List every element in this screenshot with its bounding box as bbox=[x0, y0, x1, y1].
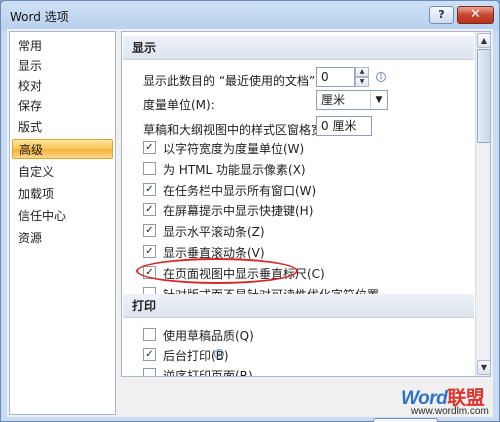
sidebar-item-trust-center[interactable]: 信任中心 bbox=[12, 206, 113, 226]
checkbox-label: 以字符宽度为度量单位(W) bbox=[163, 142, 305, 156]
help-button[interactable]: ? bbox=[429, 6, 454, 24]
spin-up-icon[interactable]: ▲ bbox=[355, 67, 369, 77]
help-icon: ? bbox=[438, 8, 445, 21]
info-icon: i bbox=[376, 72, 386, 82]
title-bar[interactable]: Word 选项 ? ✕ bbox=[1, 1, 499, 29]
highlight-annotation bbox=[136, 258, 298, 284]
sidebar-item-save[interactable]: 保存 bbox=[12, 96, 113, 116]
checkbox-label: 使用草稿品质(Q) bbox=[163, 329, 254, 343]
chevron-down-icon[interactable]: ▼ bbox=[370, 91, 387, 109]
checkbox-label: 逆序打印页面(R) bbox=[163, 369, 253, 377]
spin-down-icon[interactable]: ▼ bbox=[355, 77, 369, 87]
sidebar-item-common[interactable]: 常用 bbox=[12, 36, 113, 56]
checkbox-label: 在任务栏中显示所有窗口(W) bbox=[163, 184, 317, 198]
checkbox[interactable]: ✓ bbox=[143, 245, 156, 258]
sidebar-item-advanced[interactable]: 高级 bbox=[12, 139, 113, 159]
checkbox[interactable]: ✓ bbox=[143, 183, 156, 196]
scrollbar-thumb[interactable] bbox=[477, 49, 490, 143]
recent-docs-input[interactable]: 0 bbox=[316, 67, 355, 87]
checkbox[interactable]: ✓ bbox=[143, 224, 156, 237]
checkbox[interactable]: ✓ bbox=[143, 141, 156, 154]
scroll-up-icon[interactable]: ▲ bbox=[477, 33, 490, 48]
section-header-display: 显示 bbox=[123, 36, 474, 60]
sidebar-item-resources[interactable]: 资源 bbox=[12, 228, 113, 248]
units-select[interactable]: 厘米 ▼ bbox=[316, 90, 388, 110]
section-header-print: 打印 bbox=[123, 294, 474, 318]
options-pane: 显示 显示此数目的 “最近使用的文档” (R): 0 ▲ ▼ i 度量单位(M)… bbox=[121, 31, 491, 377]
checkbox[interactable] bbox=[143, 368, 156, 376]
style-pane-input[interactable]: 0 厘米 bbox=[316, 116, 372, 136]
sidebar-item-proofing[interactable]: 校对 bbox=[12, 76, 113, 96]
info-icon: i bbox=[214, 349, 224, 359]
dialog-body: 常用 显示 校对 保存 版式 高级 自定义 加载项 信任中心 资源 显示 显示此… bbox=[7, 29, 493, 422]
checkbox[interactable]: ✓ bbox=[143, 348, 156, 361]
sidebar-item-addins[interactable]: 加载项 bbox=[12, 184, 113, 204]
units-value: 厘米 bbox=[321, 93, 346, 107]
scroll-down-icon[interactable]: ▼ bbox=[477, 360, 490, 375]
checkbox[interactable]: ✓ bbox=[143, 203, 156, 216]
sidebar-item-typography[interactable]: 版式 bbox=[12, 117, 113, 137]
sidebar-item-customize[interactable]: 自定义 bbox=[12, 162, 113, 182]
close-icon: ✕ bbox=[470, 7, 481, 22]
checkbox-label: 为 HTML 功能显示像素(X) bbox=[163, 163, 306, 177]
sidebar-nav: 常用 显示 校对 保存 版式 高级 自定义 加载项 信任中心 资源 bbox=[9, 31, 116, 415]
vertical-scrollbar[interactable]: ▲ ▼ bbox=[475, 32, 490, 376]
checkbox-label: 在屏幕提示中显示快捷键(H) bbox=[163, 204, 314, 218]
recent-docs-stepper[interactable]: ▲ ▼ bbox=[355, 67, 369, 87]
ok-button[interactable]: 确定 bbox=[373, 418, 438, 422]
options-dialog: Word 选项 ? ✕ 常用 显示 校对 保存 版式 高级 自定义 加载项 信任… bbox=[0, 0, 500, 422]
checkbox-label: 显示水平滚动条(Z) bbox=[163, 225, 265, 239]
window-title: Word 选项 bbox=[10, 10, 69, 24]
sidebar-item-display[interactable]: 显示 bbox=[12, 56, 113, 76]
checkbox[interactable] bbox=[143, 328, 156, 341]
checkbox[interactable] bbox=[143, 162, 156, 175]
close-button[interactable]: ✕ bbox=[457, 6, 494, 24]
recent-docs-label: 显示此数目的 “最近使用的文档” (R): bbox=[143, 74, 341, 88]
units-label: 度量单位(M): bbox=[143, 98, 215, 112]
